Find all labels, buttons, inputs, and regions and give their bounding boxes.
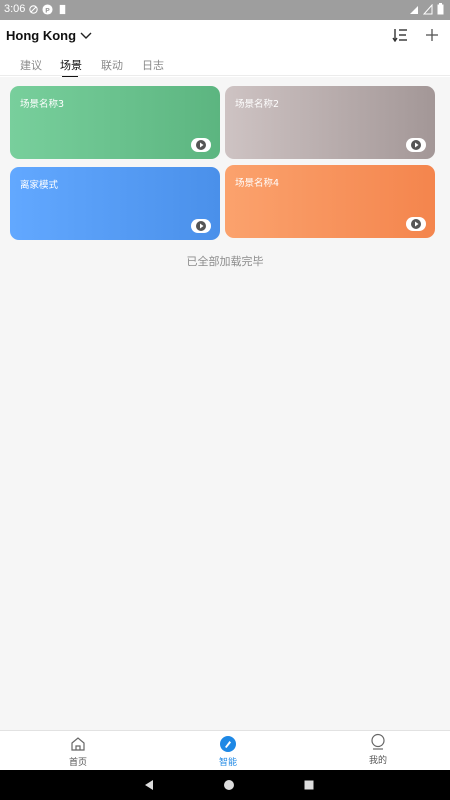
recents-icon[interactable]	[302, 778, 316, 792]
run-scene-button[interactable]	[191, 219, 211, 233]
play-icon	[411, 140, 421, 150]
bottom-nav: 首页 智能 我的	[0, 730, 450, 770]
app-notification-icon: P	[42, 4, 53, 15]
scene-name: 场景名称3	[20, 99, 65, 110]
list-end-message: 已全部加载完毕	[186, 255, 264, 268]
status-time: 3:06	[4, 3, 26, 15]
status-bar: 3:06 P	[0, 0, 450, 20]
home-circle-icon[interactable]	[222, 778, 236, 792]
notification-icon	[29, 5, 38, 14]
scene-card[interactable]: 离家模式	[10, 167, 220, 240]
play-icon	[196, 221, 206, 231]
nav-smart[interactable]: 智能	[198, 735, 258, 768]
sort-button[interactable]	[389, 24, 411, 46]
scene-name: 离家模式	[20, 180, 59, 191]
sd-card-icon	[59, 4, 66, 15]
chevron-down-icon	[80, 32, 92, 39]
run-scene-button[interactable]	[191, 138, 211, 152]
home-icon	[71, 737, 85, 751]
nav-home-label: 首页	[68, 758, 87, 768]
nav-smart-label: 智能	[218, 758, 237, 768]
location-label: Hong Kong	[6, 28, 77, 43]
run-scene-button[interactable]	[406, 217, 426, 231]
tab-bar: 建议 场景 联动 日志	[0, 50, 450, 76]
signal-icon	[423, 3, 433, 14]
battery-icon	[437, 3, 444, 15]
scene-list: 场景名称3 场景名称2 离家模式 场景名称4 已全部加载完毕	[0, 77, 450, 730]
nav-profile[interactable]: 我的	[348, 733, 408, 766]
tab-scenes[interactable]: 场景	[60, 57, 82, 73]
plus-icon	[426, 29, 438, 41]
system-nav-bar	[0, 770, 450, 800]
play-icon	[196, 140, 206, 150]
nav-profile-label: 我的	[368, 756, 387, 766]
tab-automation[interactable]: 联动	[101, 57, 123, 73]
scene-card[interactable]: 场景名称4	[225, 165, 435, 238]
back-icon[interactable]	[142, 778, 156, 792]
svg-text:P: P	[45, 6, 50, 14]
play-icon	[411, 219, 421, 229]
smart-icon	[220, 736, 236, 752]
tab-logs[interactable]: 日志	[142, 57, 164, 73]
sort-icon	[392, 29, 407, 42]
location-selector[interactable]: Hong Kong	[6, 28, 92, 43]
profile-icon	[371, 733, 385, 750]
scene-card[interactable]: 场景名称3	[10, 86, 220, 159]
scene-card[interactable]: 场景名称2	[225, 86, 435, 159]
wifi-icon	[410, 5, 418, 14]
tab-suggestions[interactable]: 建议	[20, 57, 42, 73]
header: Hong Kong	[0, 20, 450, 50]
add-button[interactable]	[421, 24, 443, 46]
nav-home[interactable]: 首页	[48, 735, 108, 768]
scene-name: 场景名称2	[235, 99, 280, 110]
run-scene-button[interactable]	[406, 138, 426, 152]
scene-name: 场景名称4	[235, 178, 280, 189]
